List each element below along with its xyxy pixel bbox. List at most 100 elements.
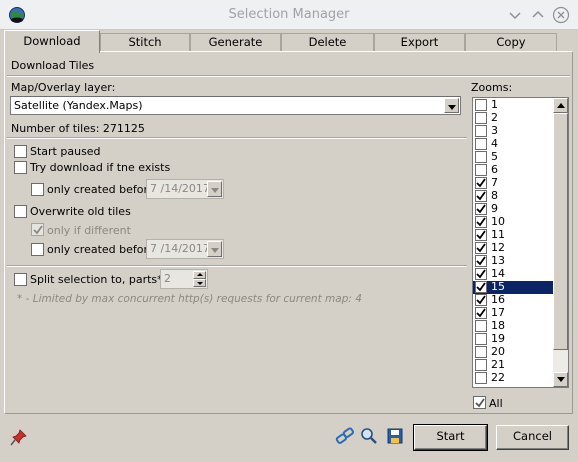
zoom-item-13[interactable]: 13 [473, 254, 553, 268]
zoom-checkbox[interactable] [475, 190, 487, 202]
dropdown-arrow-icon[interactable] [444, 98, 459, 113]
pin-icon[interactable] [10, 428, 28, 446]
try-download-checkbox[interactable] [14, 161, 27, 174]
zoom-checkbox[interactable] [475, 346, 487, 358]
zoom-all-checkbox[interactable] [473, 396, 486, 409]
tab-label: Stitch [128, 35, 162, 49]
scroll-thumb[interactable] [553, 113, 568, 350]
zoom-icon[interactable] [360, 427, 378, 445]
zoom-item-4[interactable]: 4 [473, 137, 553, 151]
concurrency-note: * - Limited by max concurrent http(s) re… [17, 293, 362, 305]
zoom-item-19[interactable]: 19 [473, 332, 553, 346]
zoom-checkbox[interactable] [475, 164, 487, 176]
start-button[interactable]: Start [413, 424, 488, 451]
tab-generate[interactable]: Generate [190, 33, 281, 52]
zoom-checkbox[interactable] [475, 268, 487, 280]
cancel-button[interactable]: Cancel [496, 425, 569, 450]
zoom-checkbox[interactable] [475, 281, 487, 293]
zoom-checkbox[interactable] [475, 203, 487, 215]
start-label: Start [436, 429, 465, 443]
zoom-list-scrollbar[interactable] [553, 98, 568, 387]
zoom-checkbox[interactable] [475, 372, 487, 384]
date-value: 7 /14/2017 [150, 182, 210, 195]
save-icon[interactable] [386, 427, 404, 445]
zoom-item-7[interactable]: 7 [473, 176, 553, 190]
only-created-before-checkbox-2[interactable] [31, 243, 44, 256]
split-parts-spinner[interactable]: 2 [160, 269, 208, 289]
download-panel: Download Tiles Map/Overlay layer: Satell… [4, 51, 573, 414]
zoom-item-15[interactable]: 15 [473, 280, 553, 294]
zoom-item-3[interactable]: 3 [473, 124, 553, 138]
created-before-date-picker-1[interactable]: 7 /14/2017 [146, 179, 224, 199]
zoom-item-20[interactable]: 20 [473, 345, 553, 359]
zoom-list[interactable]: 1 2 3 4 5 6 7 8 9 10 11 12 13 14 15 16 17 18 19 20 21 22 [472, 97, 569, 388]
zoom-item-9[interactable]: 9 [473, 202, 553, 216]
try-download-label: Try download if tne exists [30, 161, 171, 174]
zoom-checkbox[interactable] [475, 320, 487, 332]
zoom-checkbox[interactable] [475, 151, 487, 163]
zoom-checkbox[interactable] [475, 255, 487, 267]
zoom-checkbox[interactable] [475, 125, 487, 137]
zoom-checkbox[interactable] [475, 216, 487, 228]
zoom-item-1[interactable]: 1 [473, 98, 553, 112]
scroll-up-icon[interactable] [553, 98, 568, 113]
zooms-label: Zooms: [471, 81, 513, 94]
zoom-checkbox[interactable] [475, 138, 487, 150]
close-button[interactable] [551, 5, 571, 25]
zoom-checkbox[interactable] [475, 177, 487, 189]
zoom-checkbox[interactable] [475, 229, 487, 241]
only-if-different-checkbox[interactable] [31, 223, 44, 236]
divider [7, 75, 570, 77]
zoom-checkbox[interactable] [475, 294, 487, 306]
zoom-all-label: All [489, 397, 503, 410]
minimize-button[interactable] [505, 5, 525, 25]
zoom-item-12[interactable]: 12 [473, 241, 553, 255]
tab-delete[interactable]: Delete [281, 33, 374, 52]
created-before-date-picker-2[interactable]: 7 /14/2017 [146, 239, 224, 259]
start-paused-checkbox[interactable] [14, 145, 27, 158]
zoom-item-14[interactable]: 14 [473, 267, 553, 281]
date-value: 7 /14/2017 [150, 242, 210, 255]
tab-download[interactable]: Download [4, 30, 100, 53]
zoom-item-18[interactable]: 18 [473, 319, 553, 333]
overwrite-checkbox[interactable] [14, 205, 27, 218]
spinner-buttons [193, 271, 206, 287]
zoom-item-22[interactable]: 22 [473, 371, 553, 385]
zoom-item-6[interactable]: 6 [473, 163, 553, 177]
tab-export[interactable]: Export [374, 33, 465, 52]
maximize-button[interactable] [528, 5, 548, 25]
split-selection-checkbox[interactable] [14, 273, 27, 286]
dropdown-arrow-icon[interactable] [207, 181, 222, 197]
zoom-item-21[interactable]: 21 [473, 358, 553, 372]
scroll-down-icon[interactable] [553, 372, 568, 387]
zoom-label: 14 [491, 267, 505, 280]
zoom-label: 20 [491, 345, 505, 358]
only-created-before-label-2: only created before [47, 243, 155, 256]
zoom-item-17[interactable]: 17 [473, 306, 553, 320]
tab-label: Export [400, 35, 439, 49]
zoom-label: 7 [491, 176, 498, 189]
checkmark-icon [476, 217, 486, 227]
spin-up-icon[interactable] [193, 271, 206, 279]
zoom-item-5[interactable]: 5 [473, 150, 553, 164]
zoom-checkbox[interactable] [475, 242, 487, 254]
only-created-before-checkbox-1[interactable] [31, 183, 44, 196]
start-paused-label: Start paused [30, 145, 101, 158]
zoom-item-10[interactable]: 10 [473, 215, 553, 229]
tab-copy[interactable]: Copy [465, 33, 557, 52]
zoom-item-16[interactable]: 16 [473, 293, 553, 307]
map-layer-select[interactable]: Satellite (Yandex.Maps) [10, 96, 461, 115]
zoom-item-11[interactable]: 11 [473, 228, 553, 242]
zoom-item-2[interactable]: 2 [473, 111, 553, 125]
spin-down-icon[interactable] [193, 279, 206, 287]
dropdown-arrow-icon[interactable] [207, 241, 222, 257]
tab-stitch[interactable]: Stitch [100, 33, 190, 52]
zoom-checkbox[interactable] [475, 99, 487, 111]
zoom-checkbox[interactable] [475, 112, 487, 124]
zoom-checkbox[interactable] [475, 333, 487, 345]
link-icon[interactable] [335, 427, 355, 445]
zoom-checkbox[interactable] [475, 307, 487, 319]
zoom-item-8[interactable]: 8 [473, 189, 553, 203]
close-icon [552, 6, 570, 24]
zoom-checkbox[interactable] [475, 359, 487, 371]
